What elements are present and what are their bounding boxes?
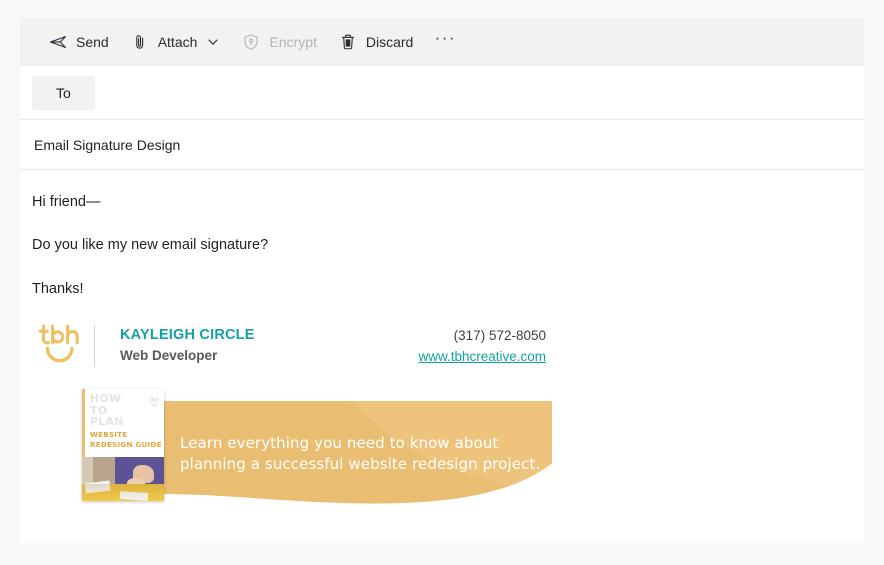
to-input[interactable] <box>94 66 864 119</box>
recipient-row: To <box>20 66 864 120</box>
discard-icon <box>339 33 357 51</box>
send-button-label: Send <box>76 34 109 50</box>
ebook-cover-thumbnail[interactable]: HOW TO PLAN WEBSITE REDESIGN GUIDE <box>82 389 164 502</box>
body-line-question: Do you like my new email signature? <box>32 237 269 254</box>
compose-toolbar: Send Attach Encrypt Discard ··· <box>20 18 864 66</box>
body-line-closing: Thanks! <box>32 280 84 297</box>
more-options-button[interactable]: ··· <box>430 26 460 58</box>
tbh-logo-icon <box>38 324 79 363</box>
ebook-subtitle: WEBSITE REDESIGN GUIDE <box>90 430 162 449</box>
ebook-cover-top: HOW TO PLAN WEBSITE REDESIGN GUIDE <box>82 389 164 458</box>
ebook-title-plan: PLAN <box>90 415 124 429</box>
signature-cta-banner[interactable]: Learn everything you need to know about … <box>32 389 552 509</box>
ebook-title: HOW TO PLAN <box>90 393 124 428</box>
ebook-tbh-logo-icon <box>149 394 160 407</box>
message-body[interactable]: Hi friend— Do you like my new email sign… <box>20 170 864 543</box>
encrypt-button: Encrypt <box>233 25 325 59</box>
ebook-cover-photo <box>82 457 164 502</box>
send-button[interactable]: Send <box>40 25 118 59</box>
ebook-subtitle-line1: WEBSITE <box>90 430 128 440</box>
signature-name: KAYLEIGH CIRCLE <box>120 327 255 344</box>
subject-input[interactable] <box>32 120 864 169</box>
attach-button-label: Attach <box>157 34 198 50</box>
app-root: Send Attach Encrypt Discard ··· To Email… <box>0 0 884 565</box>
encrypt-icon <box>242 33 260 51</box>
cta-headline-line1: Learn everything you need to know about <box>180 434 499 453</box>
signature-title: Web Developer <box>120 348 218 364</box>
email-signature: KAYLEIGH CIRCLE Web Developer (317) 572-… <box>32 321 546 371</box>
signature-website-link[interactable]: www.tbhcreative.com <box>418 346 546 368</box>
attach-icon <box>131 33 149 51</box>
discard-button[interactable]: Discard <box>330 25 422 59</box>
ebook-title-how: HOW <box>90 392 122 406</box>
signature-phone: (317) 572-8050 <box>453 327 546 343</box>
signature-contact: (317) 572-8050 www.tbhcreative.com <box>346 321 546 371</box>
cta-headline: Learn everything you need to know about … <box>180 433 550 476</box>
body-line-greeting: Hi friend— <box>32 194 101 210</box>
to-field-button[interactable]: To <box>32 75 95 110</box>
chevron-down-icon[interactable] <box>206 35 220 49</box>
tbh-logo <box>32 321 94 371</box>
ebook-subtitle-line2: REDESIGN GUIDE <box>90 439 162 449</box>
discard-button-label: Discard <box>365 34 414 50</box>
subject-row <box>20 120 864 170</box>
send-icon <box>49 33 67 51</box>
cta-headline-line2: planning a successful website redesign p… <box>180 455 541 474</box>
compose-window: Send Attach Encrypt Discard ··· To Email… <box>20 18 864 543</box>
attach-button[interactable]: Attach <box>122 25 230 59</box>
encrypt-button-label: Encrypt <box>269 34 317 50</box>
signature-person: KAYLEIGH CIRCLE Web Developer <box>95 321 346 371</box>
